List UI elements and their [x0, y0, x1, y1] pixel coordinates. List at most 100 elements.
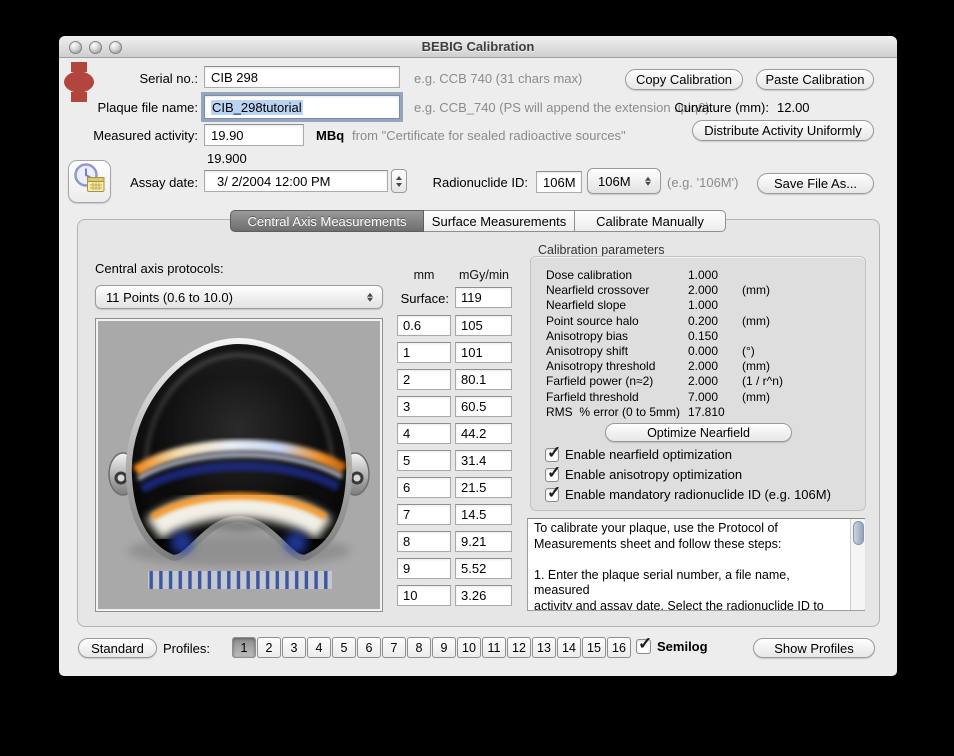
param-value: 0.200: [688, 313, 719, 328]
window-titlebar[interactable]: BEBIG Calibration: [59, 36, 897, 58]
param-label: Nearfield crossover: [546, 283, 650, 298]
semilog-checkbox[interactable]: Semilog: [636, 634, 708, 654]
mm-input-1[interactable]: 1: [397, 342, 451, 363]
save-file-as-button[interactable]: Save File As...: [757, 173, 874, 194]
paste-calibration-button[interactable]: Paste Calibration: [756, 69, 874, 90]
distribute-activity-button[interactable]: Distribute Activity Uniformly: [692, 120, 874, 141]
mm-input-7[interactable]: 7: [397, 504, 451, 525]
param-value: 1.000: [688, 268, 719, 282]
instructions-textarea[interactable]: To calibrate your plaque, use the Protoc…: [527, 518, 865, 611]
param-row-nearfield-crossover: Nearfield crossover 2.000 (mm): [546, 283, 856, 298]
profile-button-3[interactable]: 3: [282, 637, 306, 658]
stepper-up-icon[interactable]: [396, 175, 402, 180]
dose-input-1[interactable]: 101: [455, 342, 512, 363]
tab-calibrate-manually[interactable]: Calibrate Manually: [575, 210, 726, 232]
show-profiles-button[interactable]: Show Profiles: [753, 638, 875, 658]
assay-date-stepper[interactable]: [391, 169, 407, 193]
profile-button-10[interactable]: 10: [457, 637, 481, 658]
instructions-scrollbar[interactable]: [850, 519, 865, 610]
assay-date-input[interactable]: 3/ 2/2004 12:00 PM: [204, 170, 388, 192]
mbq-unit-label: MBq: [316, 128, 345, 143]
param-unit: (°): [742, 344, 755, 358]
checkbox-icon[interactable]: [545, 463, 561, 483]
param-label: Anisotropy bias: [546, 328, 629, 343]
dose-input-9[interactable]: 5.52: [455, 558, 512, 579]
profile-button-11[interactable]: 11: [482, 637, 506, 658]
mm-input-0[interactable]: 0.6: [397, 315, 451, 336]
surface-dose-input[interactable]: 119: [455, 287, 512, 308]
measured-activity-input[interactable]: 19.90: [204, 124, 304, 146]
enable-nearfield-optimization-checkbox[interactable]: Enable nearfield optimization: [545, 443, 732, 463]
curvature-label: Curvature (mm):: [674, 100, 769, 115]
param-row-anisotropy-threshold: Anisotropy threshold 2.000 (mm): [546, 359, 856, 374]
plaque-file-name-label: Plaque file name:: [97, 100, 198, 115]
dose-input-8[interactable]: 9.21: [455, 531, 512, 552]
serial-label: Serial no.:: [139, 71, 198, 86]
mm-column-header: mm: [413, 268, 435, 282]
param-value: 2.000: [688, 283, 719, 298]
param-unit: (1 / r^n): [742, 374, 783, 389]
stepper-down-icon[interactable]: [396, 182, 402, 187]
profile-button-2[interactable]: 2: [257, 637, 281, 658]
optimize-nearfield-button[interactable]: Optimize Nearfield: [605, 423, 792, 442]
profile-button-5[interactable]: 5: [332, 637, 356, 658]
checkbox-icon[interactable]: [545, 443, 561, 463]
dose-input-7[interactable]: 14.5: [455, 504, 512, 525]
param-label: Farfield power (n≈2): [546, 374, 654, 389]
radionuclide-hint: (e.g. '106M'): [667, 175, 739, 190]
semilog-label: Semilog: [657, 639, 708, 654]
profile-button-4[interactable]: 4: [307, 637, 331, 658]
profile-button-1[interactable]: 1: [232, 637, 256, 658]
profile-button-12[interactable]: 12: [507, 637, 531, 658]
mm-input-8[interactable]: 8: [397, 531, 451, 552]
param-unit: (mm): [742, 359, 770, 374]
profile-button-7[interactable]: 7: [382, 637, 406, 658]
checkbox-icon[interactable]: [545, 483, 561, 503]
profile-button-9[interactable]: 9: [432, 637, 456, 658]
enable-mandatory-radionuclide-id-e-g-106m-checkbox[interactable]: Enable mandatory radionuclide ID (e.g. 1…: [545, 483, 831, 503]
mm-input-2[interactable]: 2: [397, 369, 451, 390]
dose-input-0[interactable]: 105: [455, 315, 512, 336]
profile-button-14[interactable]: 14: [557, 637, 581, 658]
mm-input-9[interactable]: 9: [397, 558, 451, 579]
protocol-select[interactable]: 11 Points (0.6 to 10.0): [95, 285, 383, 309]
dose-input-2[interactable]: 80.1: [455, 369, 512, 390]
param-row-anisotropy-bias: Anisotropy bias 0.150: [546, 329, 856, 344]
param-value: 7.000: [688, 389, 719, 404]
profile-button-13[interactable]: 13: [532, 637, 556, 658]
radionuclide-select[interactable]: 106M: [587, 168, 661, 194]
plaque-file-name-input[interactable]: CIB_298tutorial: [204, 95, 400, 119]
param-label: RMS % error (0 to 5mm): [546, 404, 681, 419]
param-value: 0.000: [688, 344, 719, 358]
copy-calibration-button[interactable]: Copy Calibration: [625, 69, 743, 90]
standard-button[interactable]: Standard: [78, 638, 157, 658]
profile-button-16[interactable]: 16: [607, 637, 631, 658]
mm-input-3[interactable]: 3: [397, 396, 451, 417]
scrollbar-thumb[interactable]: [852, 521, 864, 545]
mm-input-4[interactable]: 4: [397, 423, 451, 444]
mm-input-10[interactable]: 10: [397, 585, 451, 606]
radionuclide-id-input[interactable]: 106M: [536, 171, 582, 193]
serial-hint: e.g. CCB 740 (31 chars max): [414, 71, 583, 86]
checkbox-icon[interactable]: [636, 634, 652, 654]
dose-input-3[interactable]: 60.5: [455, 396, 512, 417]
dose-input-6[interactable]: 21.5: [455, 477, 512, 498]
plaque-photo: [95, 318, 383, 612]
radionuclide-id-label: Radionuclide ID:: [432, 175, 528, 190]
mm-input-5[interactable]: 5: [397, 450, 451, 471]
param-label: Farfield threshold: [546, 389, 639, 404]
profile-button-15[interactable]: 15: [582, 637, 606, 658]
tab-central-axis-measurements[interactable]: Central Axis Measurements: [230, 210, 424, 232]
serial-input[interactable]: CIB 298: [204, 66, 400, 88]
mm-input-6[interactable]: 6: [397, 477, 451, 498]
activity-converted-value: 19.900: [207, 151, 247, 166]
param-row-rms-error-0-to-5mm: RMS % error (0 to 5mm) 17.810: [546, 405, 856, 420]
tab-surface-measurements[interactable]: Surface Measurements: [424, 210, 575, 232]
enable-anisotropy-optimization-checkbox[interactable]: Enable anisotropy optimization: [545, 463, 742, 483]
dose-input-4[interactable]: 44.2: [455, 423, 512, 444]
profile-button-6[interactable]: 6: [357, 637, 381, 658]
dose-input-10[interactable]: 3.26: [455, 585, 512, 606]
param-label: Nearfield slope: [546, 298, 627, 313]
profile-button-8[interactable]: 8: [407, 637, 431, 658]
dose-input-5[interactable]: 31.4: [455, 450, 512, 471]
